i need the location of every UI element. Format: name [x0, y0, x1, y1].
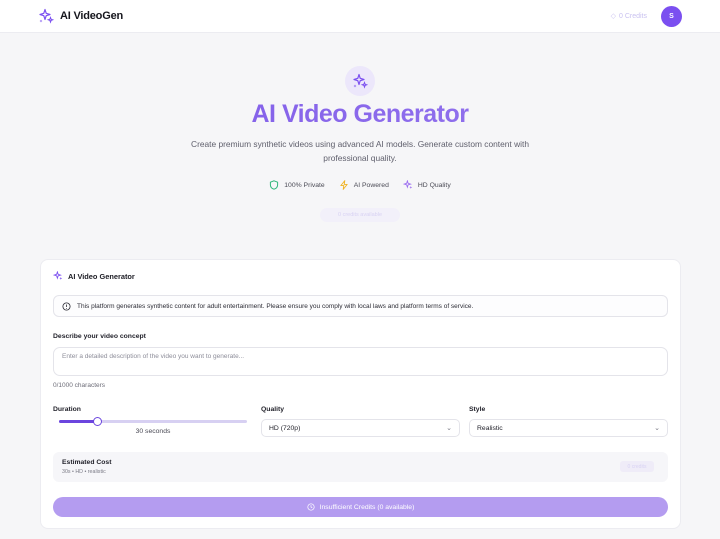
compliance-notice: This platform generates synthetic conten…	[53, 295, 668, 317]
credits-available-pill: 0 credits available	[320, 208, 400, 222]
duration-value: 30 seconds	[135, 428, 171, 435]
user-avatar[interactable]: S	[661, 5, 682, 27]
cost-detail: 30s • HD • realistic	[62, 469, 106, 475]
feature-ai-powered: AI Powered	[339, 180, 389, 190]
style-selected: Realistic	[477, 424, 503, 432]
style-select[interactable]: Realistic ⌄	[469, 419, 668, 437]
generator-card: AI Video Generator This platform generat…	[40, 259, 681, 529]
quality-selected: HD (720p)	[269, 424, 301, 432]
cost-value: 0 credits	[620, 461, 654, 472]
quality-select[interactable]: HD (720p) ⌄	[261, 419, 460, 437]
bolt-icon	[340, 180, 348, 190]
sparkle-icon	[402, 180, 413, 189]
duration-slider-fill	[59, 420, 97, 423]
prompt-input[interactable]	[53, 347, 668, 376]
clock-icon	[307, 503, 315, 511]
brand[interactable]: AI VideoGen	[38, 8, 123, 24]
chevron-down-icon: ⌄	[654, 425, 660, 432]
feature-hd-quality: HD Quality	[402, 180, 451, 190]
sparkles-icon	[53, 271, 63, 280]
notice-text: This platform generates synthetic conten…	[77, 302, 474, 310]
feature-private: 100% Private	[269, 180, 325, 190]
estimated-cost-panel: Estimated Cost 30s • HD • realistic 0 cr…	[53, 452, 668, 482]
feature-list: 100% Private AI Powered HD Quality	[0, 180, 720, 190]
card-title-text: AI Video Generator	[68, 271, 135, 281]
page-subtitle: Create premium synthetic videos using ad…	[191, 139, 529, 163]
shield-icon	[270, 180, 279, 190]
duration-label: Duration	[53, 406, 81, 413]
generate-button-label: Insufficient Credits (0 available)	[319, 503, 415, 511]
card-title: AI Video Generator	[53, 271, 135, 281]
page-title: AI Video Generator	[0, 100, 720, 129]
sparkles-icon	[38, 8, 54, 24]
credits-icon: ◇	[610, 13, 616, 20]
hero-sparkles-icon	[345, 66, 375, 96]
duration-slider[interactable]	[59, 417, 247, 426]
quality-label: Quality	[261, 406, 285, 413]
generate-button[interactable]: Insufficient Credits (0 available)	[53, 497, 668, 517]
prompt-label: Describe your video concept	[53, 333, 146, 340]
credits-label: 0 Credits	[618, 12, 647, 20]
brand-name: AI VideoGen	[60, 10, 123, 22]
style-label: Style	[469, 406, 486, 413]
info-circle-icon	[62, 301, 71, 311]
duration-slider-thumb[interactable]	[92, 417, 102, 426]
char-count: 0/1000 characters	[53, 382, 106, 389]
top-navbar: AI VideoGen ◇ 0 Credits S	[0, 0, 720, 33]
credits-link[interactable]: ◇ 0 Credits	[610, 12, 647, 21]
feature-label: 100% Private	[284, 181, 325, 189]
chevron-down-icon: ⌄	[446, 425, 452, 432]
feature-label: HD Quality	[417, 181, 451, 189]
cost-title: Estimated Cost	[62, 459, 112, 466]
feature-label: AI Powered	[353, 181, 389, 189]
